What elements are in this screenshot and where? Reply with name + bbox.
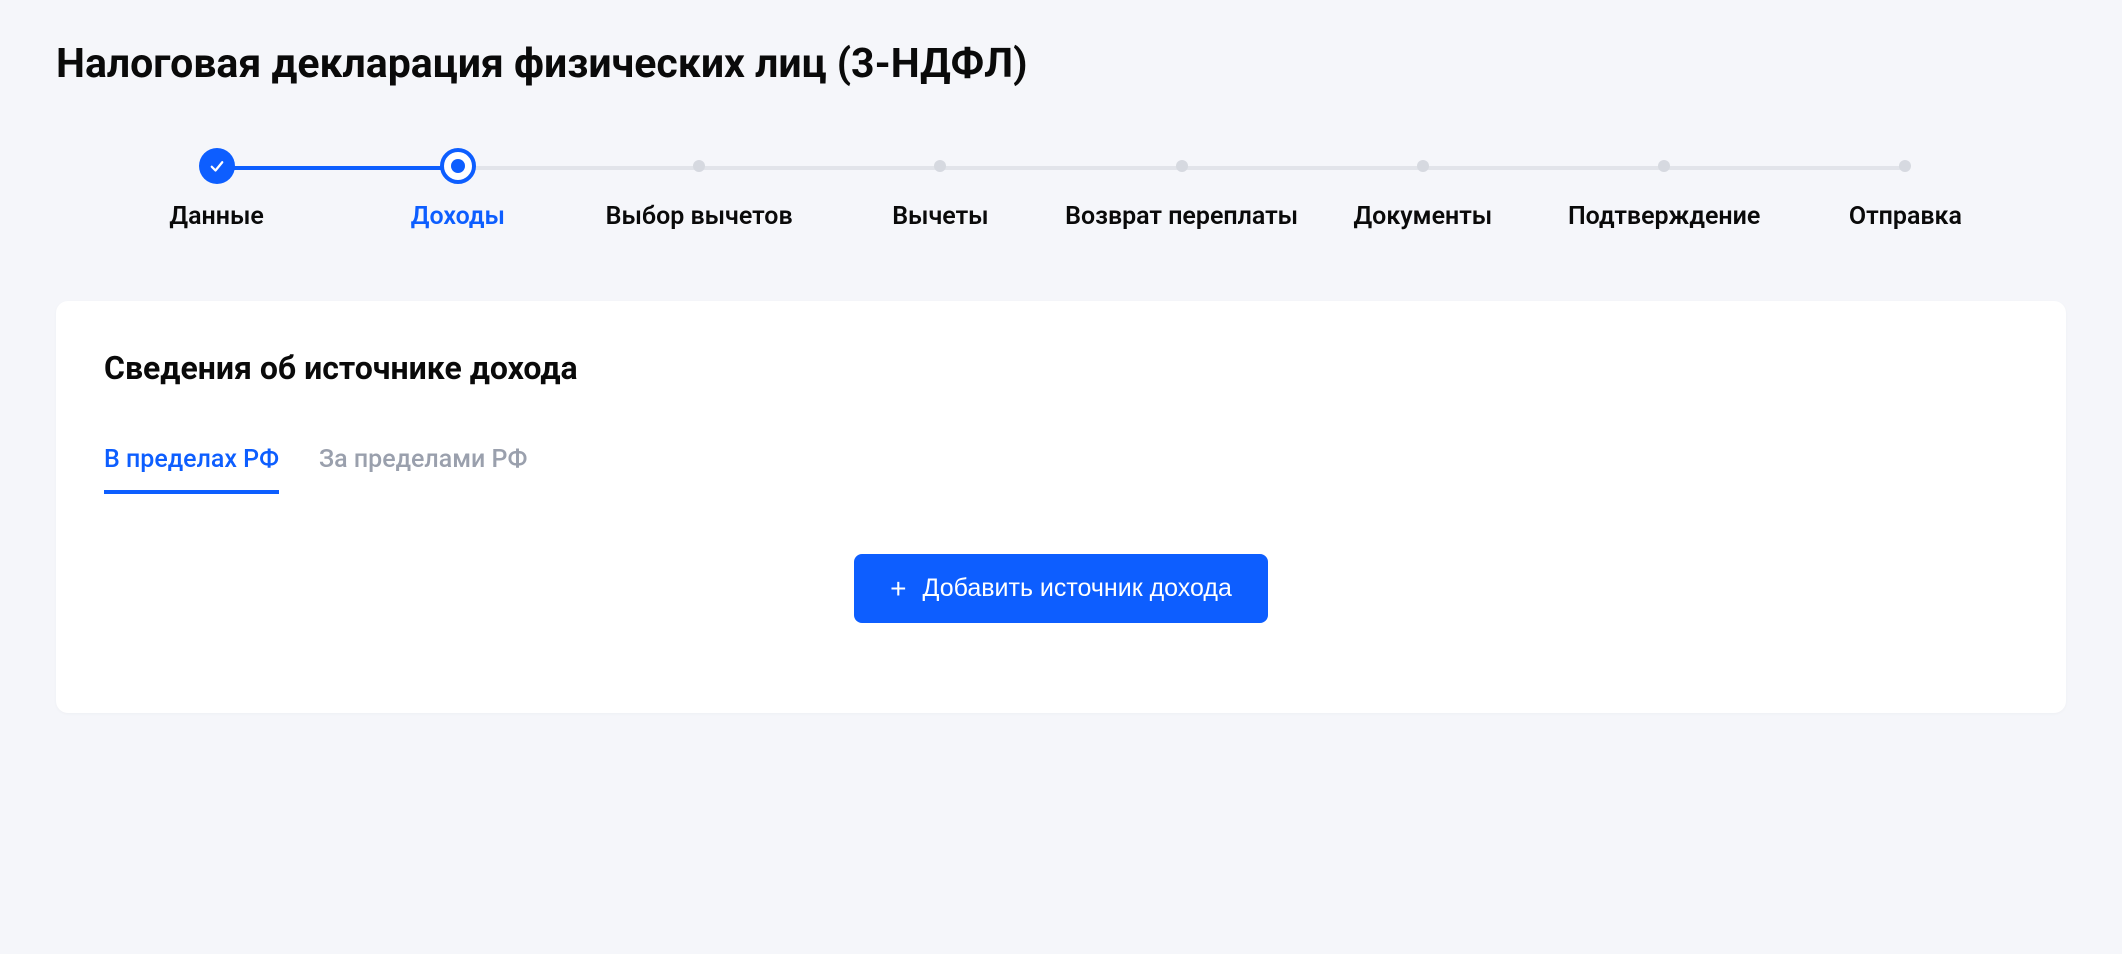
step-refund[interactable]: Возврат переплаты — [1061, 152, 1302, 231]
add-income-source-button[interactable]: + Добавить источник дохода — [854, 554, 1268, 623]
check-icon — [199, 148, 235, 184]
step-label: Документы — [1354, 202, 1493, 231]
step-label: Отправка — [1849, 202, 1962, 231]
stepper: Данные Доходы Выбор вычетов Вычеты Возвр… — [56, 152, 2066, 231]
step-data[interactable]: Данные — [96, 152, 337, 231]
step-label: Доходы — [411, 202, 505, 231]
dot-icon — [1658, 160, 1670, 172]
step-deductions[interactable]: Вычеты — [820, 152, 1061, 231]
button-label: Добавить источник дохода — [922, 574, 1231, 603]
page-title: Налоговая декларация физических лиц (3-Н… — [56, 40, 2066, 88]
dot-icon — [693, 160, 705, 172]
income-tabs: В пределах РФ За пределами РФ — [104, 445, 2018, 494]
step-send[interactable]: Отправка — [1785, 152, 2026, 231]
step-connector — [1423, 166, 1664, 170]
step-connector — [1664, 166, 1905, 170]
tab-foreign[interactable]: За пределами РФ — [319, 445, 527, 494]
step-label: Подтверждение — [1568, 202, 1760, 231]
plus-icon: + — [890, 575, 906, 603]
step-connector — [217, 166, 458, 170]
card-title: Сведения об источнике дохода — [104, 349, 2018, 387]
step-connector — [940, 166, 1181, 170]
step-connector — [1182, 166, 1423, 170]
step-connector — [699, 166, 940, 170]
step-documents[interactable]: Документы — [1302, 152, 1543, 231]
step-confirm[interactable]: Подтверждение — [1544, 152, 1785, 231]
step-label: Вычеты — [892, 202, 988, 231]
step-label: Выбор вычетов — [606, 202, 793, 231]
dot-icon — [934, 160, 946, 172]
current-step-icon — [440, 148, 476, 184]
tab-domestic[interactable]: В пределах РФ — [104, 445, 279, 494]
step-income[interactable]: Доходы — [337, 152, 578, 231]
income-source-card: Сведения об источнике дохода В пределах … — [56, 301, 2066, 713]
step-label: Возврат переплаты — [1065, 202, 1298, 231]
step-label: Данные — [169, 202, 263, 231]
dot-icon — [1417, 160, 1429, 172]
dot-icon — [1899, 160, 1911, 172]
step-deduction-choice[interactable]: Выбор вычетов — [579, 152, 820, 231]
step-connector — [458, 166, 699, 170]
dot-icon — [1176, 160, 1188, 172]
